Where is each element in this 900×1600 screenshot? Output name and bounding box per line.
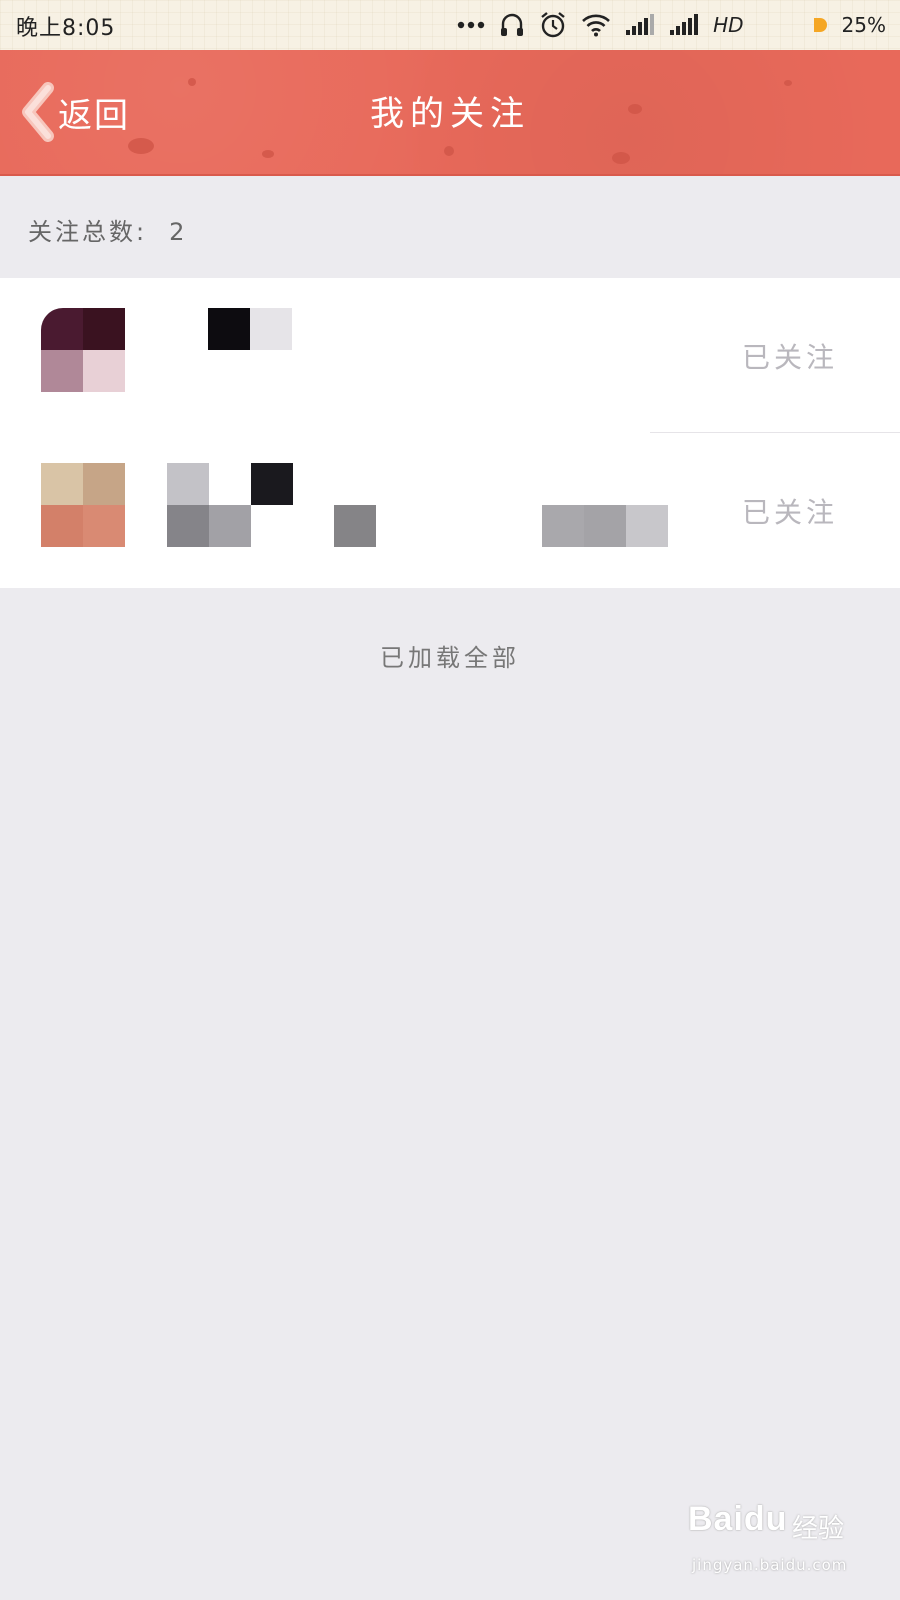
baidu-jingyan-watermark: Baidu 经验 jingyan.baidu.com <box>688 1500 888 1590</box>
more-dots-icon <box>457 20 485 30</box>
mosaic-block <box>208 308 250 350</box>
mosaic-block <box>209 463 251 505</box>
status-bar: 晚上8:05 HD 25% <box>0 0 900 50</box>
user-intro-mosaic <box>542 505 668 547</box>
headset-icon <box>499 12 525 38</box>
status-time: 晚上8:05 <box>16 16 116 41</box>
avatar-mosaic-block <box>83 308 125 350</box>
mosaic-block <box>250 308 292 350</box>
watermark-logo: Baidu <box>688 1500 788 1538</box>
follow-count-row: 关注总数: 2 <box>28 212 187 247</box>
user-intro-mosaic <box>167 505 251 547</box>
followed-button[interactable]: 已关注 <box>742 491 838 531</box>
user-name-mosaic <box>208 308 292 350</box>
list-item[interactable]: 已关注 <box>0 433 900 588</box>
mosaic-block <box>584 505 626 547</box>
user-intro-mosaic <box>334 505 376 547</box>
avatar-mosaic-block <box>83 505 125 547</box>
avatar-mosaic-block <box>83 463 125 505</box>
page-title: 我的关注 <box>370 94 530 134</box>
follow-list: 已关注 已关注 <box>0 278 900 588</box>
avatar-mosaic-block <box>41 350 83 392</box>
mosaic-block <box>334 505 376 547</box>
texture-spot <box>128 138 154 154</box>
network-type-label: HD <box>713 13 744 37</box>
mosaic-block <box>542 505 584 547</box>
alarm-icon <box>539 11 567 39</box>
texture-spot <box>444 146 454 156</box>
mosaic-block <box>251 463 293 505</box>
user-name-mosaic <box>167 463 293 505</box>
follow-count-label: 关注总数: <box>28 218 148 246</box>
follow-count-value: 2 <box>169 218 188 246</box>
mosaic-block <box>167 505 209 547</box>
list-item[interactable]: 已关注 <box>0 278 900 433</box>
wifi-icon <box>581 13 611 37</box>
texture-spot <box>262 150 274 158</box>
signal-icon <box>625 14 655 36</box>
title-bar: 返回 我的关注 <box>0 50 900 176</box>
followed-button[interactable]: 已关注 <box>742 336 838 376</box>
mosaic-block <box>209 505 251 547</box>
watermark-url: jingyan.baidu.com <box>692 1556 848 1574</box>
mosaic-block <box>167 463 209 505</box>
avatar-mosaic-block <box>41 308 83 350</box>
texture-spot <box>612 152 630 164</box>
avatar-mosaic-block <box>83 350 125 392</box>
battery-icon <box>812 16 828 34</box>
battery-percentage: 25% <box>841 13 886 37</box>
status-icons: HD 25% <box>457 8 886 42</box>
watermark-brand: 经验 <box>792 1514 845 1544</box>
avatar[interactable] <box>41 463 125 547</box>
avatar-mosaic-block <box>41 463 83 505</box>
mosaic-block <box>626 505 668 547</box>
avatar[interactable] <box>41 308 125 392</box>
avatar-mosaic-block <box>41 505 83 547</box>
signal-icon <box>669 14 699 36</box>
load-status: 已加载全部 <box>380 644 520 672</box>
texture-spot <box>188 78 196 86</box>
